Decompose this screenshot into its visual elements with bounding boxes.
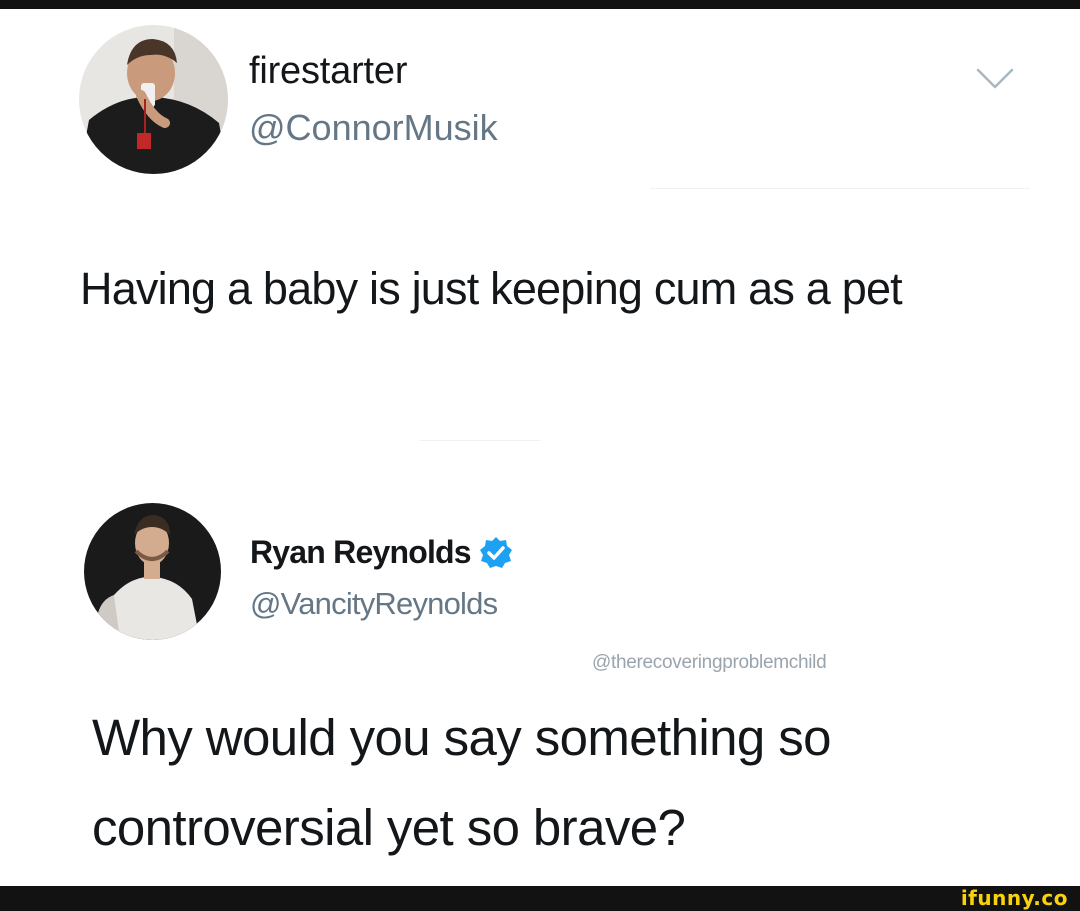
user-handle[interactable]: @VancityReynolds <box>250 586 498 622</box>
reply-name-row: Ryan Reynolds <box>250 534 513 571</box>
divider <box>420 440 540 441</box>
reply-text: Why would you say something so controver… <box>92 709 831 856</box>
display-name[interactable]: firestarter <box>249 50 407 93</box>
avatar[interactable] <box>79 25 228 174</box>
chevron-down-icon[interactable] <box>975 66 1015 92</box>
user-handle[interactable]: @ConnorMusik <box>249 107 498 149</box>
display-name[interactable]: Ryan Reynolds <box>250 534 472 571</box>
bottom-frame-bar <box>0 886 1080 911</box>
ifunny-logo: ifunny.co <box>960 886 1068 910</box>
tweet-text: Having a baby is just keeping cum as a p… <box>80 263 903 314</box>
meme-screenshot: firestarter @ConnorMusik Having a baby i… <box>0 0 1080 911</box>
avatar-photo <box>79 25 228 174</box>
divider <box>650 188 1030 189</box>
watermark-handle: @therecoveringproblemchild <box>592 652 827 673</box>
reply-avatar[interactable] <box>84 503 221 640</box>
avatar-photo <box>84 503 221 640</box>
top-frame-bar <box>0 0 1080 9</box>
verified-badge-icon <box>479 536 512 568</box>
